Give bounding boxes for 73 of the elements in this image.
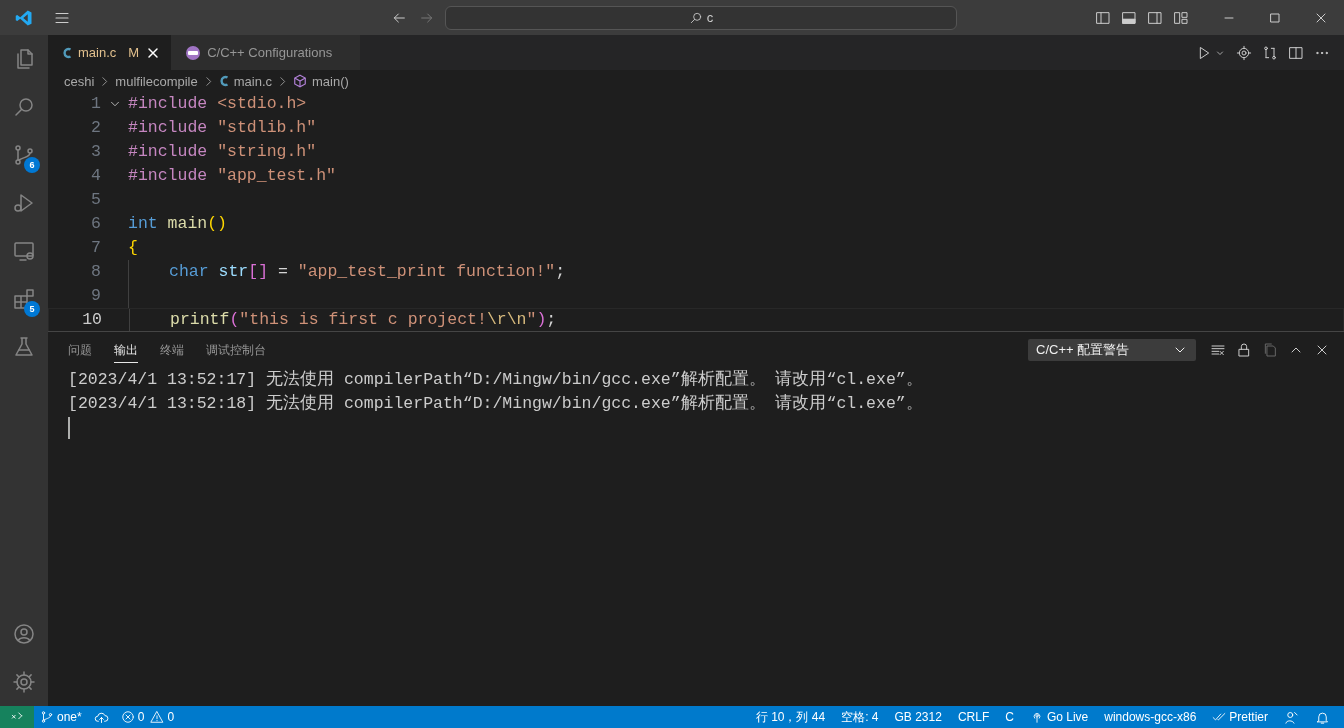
settings-file-icon	[185, 44, 202, 61]
count-badge: 6	[24, 157, 40, 173]
double-check-icon	[1212, 710, 1227, 724]
line-number: 7	[90, 237, 101, 259]
code-line: char str[] = "app_test_print function!";	[169, 261, 566, 283]
output-line: [2023/4/1 13:52:17] 无法使用 compilerPath“D:/Mingw/bin/gcc.exe”解析配置。 请改用“cl.exe”。	[68, 370, 923, 389]
line-number: 8	[90, 261, 101, 283]
compare-changes-icon[interactable]	[1262, 44, 1278, 61]
editor-tab[interactable]: C/C++ Configurations	[171, 35, 361, 70]
line-number: 1	[90, 93, 101, 115]
line-number: 10	[81, 309, 102, 331]
split-editor-icon[interactable]	[1288, 44, 1304, 61]
breadcrumb-item[interactable]: mulfilecompile	[115, 73, 198, 89]
extensions-icon[interactable]	[12, 287, 36, 311]
problems-button[interactable]: 0 0	[114, 706, 181, 728]
status-item[interactable]: GB 2312	[886, 706, 950, 728]
panel-tab[interactable]: 终端	[160, 337, 184, 363]
c-file-icon	[62, 46, 72, 59]
line-number: 3	[90, 141, 101, 163]
command-center[interactable]: c	[445, 5, 957, 30]
code-line: {	[128, 237, 138, 259]
branch-button[interactable]: one*	[34, 706, 88, 728]
code-line: printf("this is first c project!\r\n");	[170, 309, 557, 331]
code-line: int main()	[128, 213, 228, 235]
editor-tab[interactable]: main.c M	[48, 35, 172, 70]
monitor-icon[interactable]	[12, 239, 36, 263]
code-line: #include "string.h"	[128, 141, 317, 163]
branch-icon	[40, 710, 54, 724]
line-number: 4	[90, 165, 101, 187]
flask-icon[interactable]	[12, 335, 36, 359]
source-control-icon[interactable]	[12, 143, 36, 167]
status-item[interactable]: CRLF	[949, 706, 998, 728]
panel-tab[interactable]: 问题	[68, 337, 92, 363]
lock-icon[interactable]	[1236, 342, 1252, 358]
status-item[interactable]: C	[997, 706, 1022, 728]
person-icon	[1284, 709, 1299, 725]
text-cursor	[68, 417, 70, 439]
clear-output-icon[interactable]	[1210, 342, 1226, 358]
cube-icon	[293, 74, 308, 88]
panel-tab[interactable]: 调试控制台	[206, 337, 266, 363]
code-line: #include "app_test.h"	[128, 165, 336, 187]
breadcrumb-item[interactable]: ceshi	[64, 73, 95, 89]
panel-toggle-icon[interactable]	[1121, 9, 1137, 26]
run-debug-icon[interactable]	[12, 191, 36, 215]
code-line: #include "stdlib.h"	[128, 117, 317, 139]
line-number: 6	[90, 213, 101, 235]
breadcrumb-item[interactable]: main()	[293, 73, 349, 89]
search-icon	[688, 10, 703, 25]
line-number: 2	[90, 117, 101, 139]
secondary-sidebar-icon[interactable]	[1147, 9, 1163, 26]
account-icon[interactable]	[12, 622, 36, 646]
search-icon[interactable]	[12, 95, 36, 119]
status-item[interactable]: 行 10，列 44	[747, 706, 834, 728]
code-line: #include <stdio.h>	[128, 93, 307, 115]
output-line: [2023/4/1 13:52:18] 无法使用 compilerPath“D:/Mingw/bin/gcc.exe”解析配置。 请改用“cl.exe”。	[68, 394, 923, 413]
c-file-icon	[218, 75, 229, 87]
channel-dropdown[interactable]: C/C++ 配置警告	[1028, 339, 1196, 361]
count-badge: 5	[24, 301, 40, 317]
bell-icon	[1315, 709, 1330, 725]
copy-icon	[1262, 342, 1278, 358]
line-number: 5	[90, 189, 101, 211]
sidebar-toggle-icon[interactable]	[1095, 9, 1111, 26]
breadcrumb-item[interactable]: main.c	[218, 73, 273, 89]
prettier-button[interactable]: Prettier	[1204, 706, 1276, 728]
warning-icon	[150, 710, 165, 724]
error-icon	[120, 710, 135, 724]
line-number: 9	[90, 285, 101, 307]
layout-icon[interactable]	[1173, 9, 1189, 26]
status-item[interactable]: windows-gcc-x86	[1096, 706, 1205, 728]
status-item[interactable]: 空格: 4	[833, 706, 887, 728]
app-logo-icon	[15, 8, 33, 27]
go-live-button[interactable]: Go Live	[1021, 706, 1097, 728]
panel-tab[interactable]: 输出	[114, 337, 138, 363]
